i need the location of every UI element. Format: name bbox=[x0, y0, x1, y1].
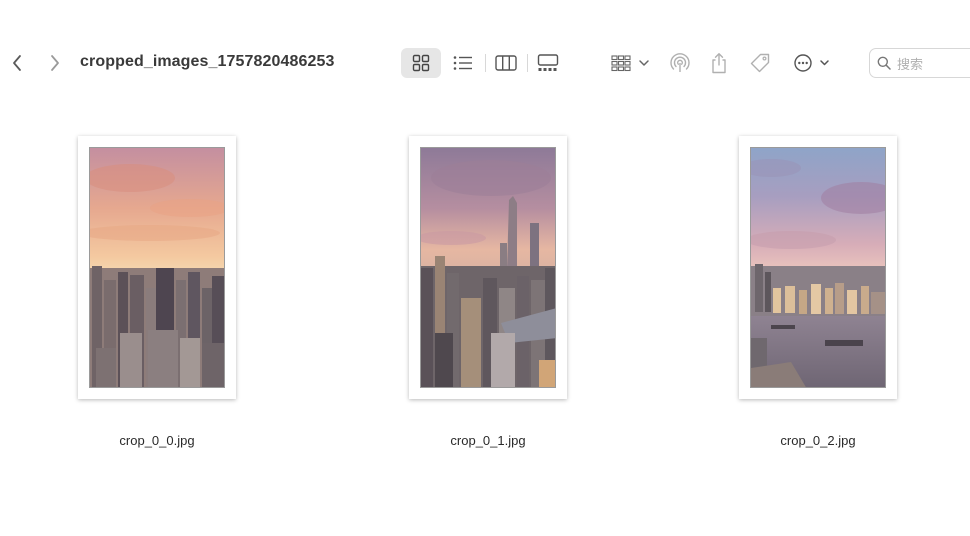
back-button[interactable] bbox=[6, 50, 28, 76]
forward-button[interactable] bbox=[44, 50, 66, 76]
gallery-view-button[interactable] bbox=[528, 48, 568, 78]
group-button[interactable] bbox=[609, 48, 653, 78]
search-field[interactable]: 搜索 bbox=[869, 48, 970, 78]
sunset-skyline-image bbox=[90, 148, 224, 387]
tower-skyline-image bbox=[421, 148, 555, 387]
grid-icon bbox=[412, 54, 430, 72]
icon-view-button[interactable] bbox=[401, 48, 441, 78]
list-view-button[interactable] bbox=[443, 48, 483, 78]
tag-icon bbox=[750, 53, 770, 73]
columns-icon bbox=[495, 55, 517, 71]
search-placeholder: 搜索 bbox=[897, 56, 924, 72]
window-title: cropped_images_1757820486253 bbox=[80, 53, 335, 70]
gallery-icon bbox=[537, 54, 559, 71]
file-name: crop_0_0.jpg bbox=[119, 433, 195, 448]
file-name: crop_0_1.jpg bbox=[450, 433, 526, 448]
chevron-right-icon bbox=[51, 55, 59, 71]
share-button[interactable] bbox=[706, 48, 732, 78]
finder-toolbar: cropped_images_1757820486253 搜索 bbox=[0, 0, 970, 124]
ellipsis-circle-icon bbox=[794, 54, 829, 72]
tag-button[interactable] bbox=[746, 48, 774, 78]
column-view-button[interactable] bbox=[486, 48, 526, 78]
file-name: crop_0_2.jpg bbox=[780, 433, 856, 448]
list-icon bbox=[453, 56, 472, 70]
more-actions-button[interactable] bbox=[790, 48, 832, 78]
search-icon bbox=[877, 56, 891, 70]
group-grid-icon bbox=[611, 55, 649, 72]
share-icon bbox=[712, 53, 726, 74]
airdrop-button[interactable] bbox=[666, 48, 694, 78]
file-thumbnail bbox=[409, 136, 567, 399]
chevron-left-icon bbox=[13, 55, 21, 71]
airdrop-icon bbox=[670, 53, 690, 72]
river-skyline-image bbox=[751, 148, 885, 387]
file-thumbnail bbox=[78, 136, 236, 399]
file-thumbnail bbox=[739, 136, 897, 399]
